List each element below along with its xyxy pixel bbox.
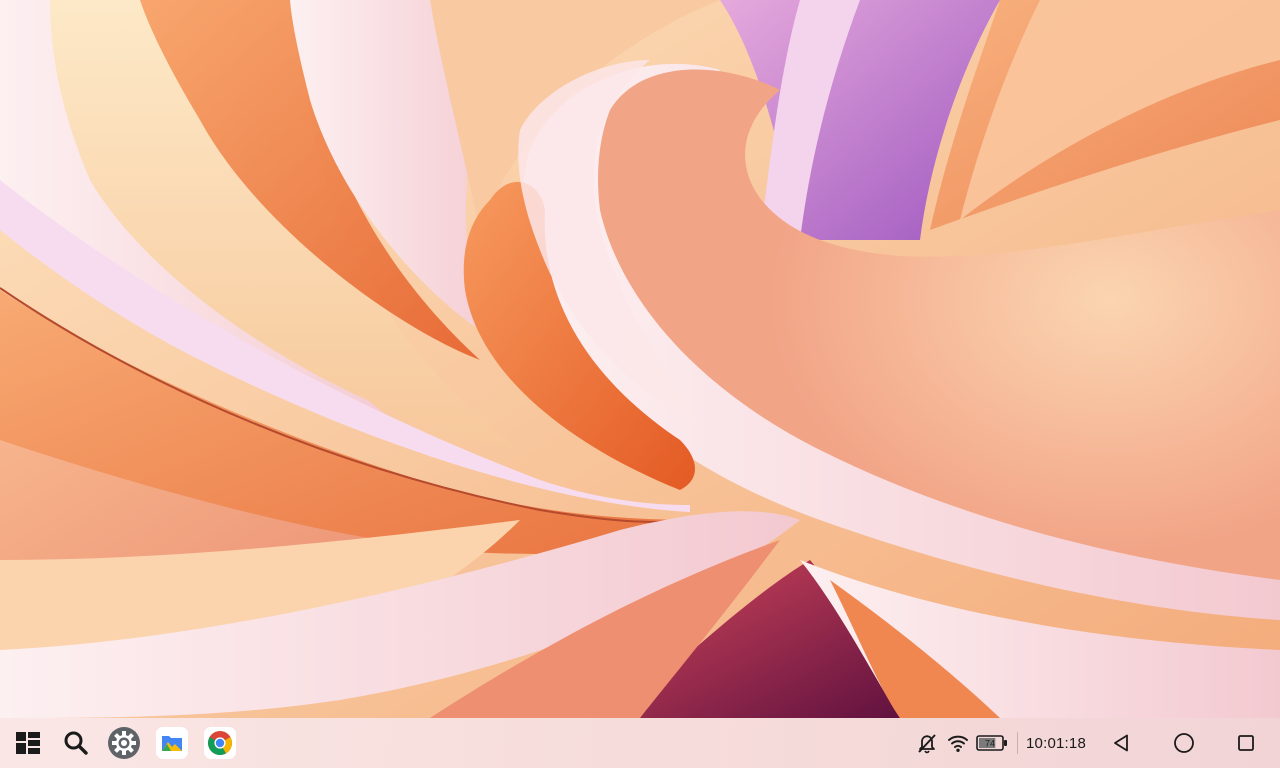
search-button[interactable] xyxy=(56,723,96,763)
home-button[interactable] xyxy=(1164,723,1204,763)
launcher-button[interactable] xyxy=(8,723,48,763)
back-icon xyxy=(1114,734,1128,752)
chrome-icon xyxy=(204,727,236,759)
tray-divider xyxy=(1017,732,1018,754)
search-icon xyxy=(64,731,88,755)
system-tray: 74 10:01:18 xyxy=(910,718,1280,768)
battery-indicator[interactable]: 74 xyxy=(975,729,1009,757)
back-button[interactable] xyxy=(1102,723,1142,763)
battery-level-text: 74 xyxy=(985,739,995,749)
chrome-app-button[interactable] xyxy=(200,723,240,763)
settings-app-button[interactable] xyxy=(104,723,144,763)
notifications-muted-button[interactable] xyxy=(913,729,941,757)
files-app-button[interactable] xyxy=(152,723,192,763)
bell-off-icon xyxy=(918,734,936,754)
wallpaper xyxy=(0,0,1280,768)
taskbar-apps xyxy=(0,718,248,768)
home-icon xyxy=(1174,733,1194,753)
recents-button[interactable] xyxy=(1226,723,1266,763)
clock[interactable]: 10:01:18 xyxy=(1026,735,1086,752)
desktop: 74 10:01:18 xyxy=(0,0,1280,768)
taskbar: 74 10:01:18 xyxy=(0,718,1280,768)
wifi-button[interactable] xyxy=(944,729,972,757)
grid-apps-icon xyxy=(16,732,40,754)
wifi-icon xyxy=(948,735,968,752)
folder-icon xyxy=(156,727,188,759)
battery-icon: 74 xyxy=(976,735,1007,751)
recents-icon xyxy=(1238,735,1254,751)
gear-icon xyxy=(108,727,140,759)
